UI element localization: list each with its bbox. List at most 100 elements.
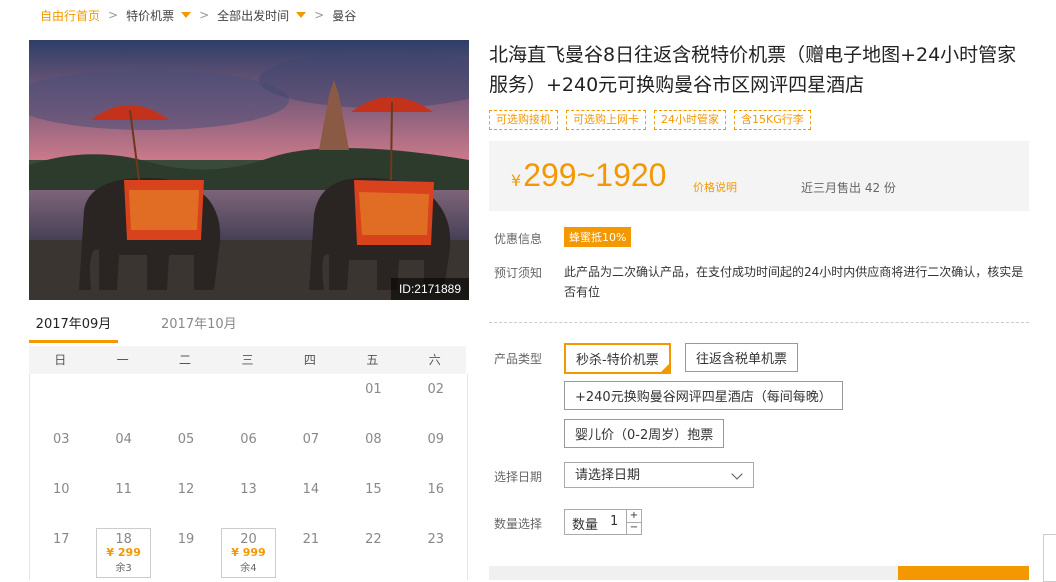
currency-symbol: ¥ [511, 171, 522, 190]
quantity-input[interactable]: 1 [610, 514, 618, 529]
calendar-day-number: 19 [177, 532, 195, 547]
sold-count: 近三月售出 42 份 [801, 181, 896, 195]
calendar-day-number: 15 [365, 482, 382, 497]
calendar-day-22: 22 [342, 524, 404, 574]
calendar-day-15: 15 [342, 474, 404, 524]
date-select[interactable]: 请选择日期 [564, 462, 754, 488]
feature-tags: 可选购接机 可选购上网卡 24小时管家 含15KG行李 [489, 110, 811, 130]
date-label: 选择日期 [494, 470, 543, 484]
month-tab-sep[interactable]: 2017年09月 [29, 313, 118, 343]
image-id-label: ID:2171889 [390, 278, 469, 300]
calendar-day-number: 11 [115, 482, 132, 497]
side-panel-edge[interactable] [1043, 534, 1056, 582]
calendar-weekday-header: 日 一 二 三 四 五 六 [29, 346, 466, 374]
calendar-day-02: 02 [405, 374, 467, 424]
product-title: 北海直飞曼谷8日往返含税特价机票（赠电子地图+24小时管家服务）+240元可换购… [489, 44, 1017, 96]
calendar-day-05: 05 [155, 424, 217, 474]
elephant-photo [29, 40, 469, 300]
product-type-option-roundtrip[interactable]: 往返含税单机票 [685, 343, 799, 372]
weekday: 四 [303, 353, 316, 367]
product-image: ID:2171889 [29, 40, 469, 300]
selected-check-icon [659, 363, 670, 373]
option-label: +240元换购曼谷网评四星酒店（每间每晚） [575, 390, 832, 405]
quantity-stepper: 数量 1 + − [564, 509, 642, 535]
price-value: 299~1920 [523, 157, 667, 193]
decrement-button[interactable]: − [626, 522, 641, 534]
calendar-day-number: 01 [365, 382, 382, 397]
weekday: 三 [241, 353, 254, 367]
calendar-day-03: 03 [30, 424, 92, 474]
calendar-day-21: 21 [280, 524, 342, 574]
breadcrumb-separator: > [108, 8, 119, 22]
weekday: 日 [54, 353, 67, 367]
breadcrumb-time-label: 全部出发时间 [217, 8, 290, 23]
breadcrumb: 自由行首页 > 特价机票 > 全部出发时间 > 曼谷 [40, 0, 356, 30]
price-explanation-link[interactable]: 价格说明 [693, 179, 737, 195]
calendar-day-number: 10 [52, 482, 70, 497]
product-type-option-hotel[interactable]: +240元换购曼谷网评四星酒店（每间每晚） [564, 381, 843, 410]
calendar-day-number: 07 [302, 432, 320, 447]
feature-tag: 24小时管家 [654, 110, 726, 130]
breadcrumb-flight-dropdown[interactable]: 特价机票 [126, 7, 192, 24]
calendar-day-12: 12 [155, 474, 217, 524]
option-label: 婴儿价（0-2周岁）抱票 [575, 428, 714, 443]
calendar-day-number: 02 [427, 382, 445, 397]
product-type-option-flash-sale[interactable]: 秒杀-特价机票 [564, 343, 671, 374]
calendar-day-remaining: 余3 [115, 563, 132, 574]
calendar-day-number: 13 [240, 482, 257, 497]
calendar-day-number: 09 [427, 432, 445, 447]
feature-tag: 可选购上网卡 [566, 110, 646, 130]
price-panel: ¥ 299~1920 价格说明 近三月售出 42 份 [489, 141, 1029, 211]
calendar-day-price: ¥ 299 [106, 546, 141, 559]
calendar-day-13: 13 [217, 474, 279, 524]
calendar-day-06: 06 [217, 424, 279, 474]
calendar-day-number: 14 [302, 482, 320, 497]
product-type-label: 产品类型 [494, 352, 543, 366]
weekday: 六 [428, 353, 441, 367]
calendar-day-number: 05 [177, 432, 195, 447]
quantity-prefix: 数量 [572, 518, 599, 533]
calendar-day-number: 08 [365, 432, 382, 447]
calendar-day-19: 19 [155, 524, 217, 574]
calendar-day-number: 23 [427, 532, 445, 547]
calendar-day-number: 04 [115, 432, 132, 447]
calendar-day-number: 12 [177, 482, 195, 497]
date-select-placeholder: 请选择日期 [575, 468, 641, 483]
book-button[interactable] [898, 566, 1029, 580]
notice-text: 此产品为二次确认产品，在支付成功时间起的24小时内供应商将进行二次确认，核实是否… [564, 265, 1024, 299]
calendar-day-number: 18 [115, 532, 132, 547]
feature-tag: 含15KG行李 [734, 110, 811, 130]
month-tab-oct[interactable]: 2017年10月 [161, 313, 237, 340]
notice-label: 预订须知 [494, 266, 543, 280]
calendar-day-01: 01 [342, 374, 404, 424]
calendar-grid: 01 02 03 04 05 06 07 08 09 10 11 12 13 14 15 16 17 18 ¥ 29… [29, 374, 468, 580]
calendar-day-number: 20 [240, 532, 257, 547]
discount-label: 优惠信息 [494, 232, 543, 246]
breadcrumb-time-dropdown[interactable]: 全部出发时间 [217, 7, 307, 24]
quantity-label: 数量选择 [494, 517, 543, 531]
calendar-day-10: 10 [30, 474, 92, 524]
breadcrumb-home-link[interactable]: 自由行首页 [40, 7, 100, 24]
calendar-day-11: 11 [92, 474, 154, 524]
product-type-option-infant[interactable]: 婴儿价（0-2周岁）抱票 [564, 419, 725, 448]
weekday: 五 [366, 353, 379, 367]
breadcrumb-destination: 曼谷 [332, 8, 357, 23]
price-range: ¥ 299~1920 [511, 157, 666, 194]
caret-down-icon [296, 12, 307, 18]
calendar-day-04: 04 [92, 424, 154, 474]
divider [489, 322, 1029, 323]
option-label: 秒杀-特价机票 [576, 353, 659, 368]
calendar-day-price: ¥ 999 [231, 546, 266, 559]
calendar-day-09: 09 [405, 424, 467, 474]
calendar-day-18[interactable]: 18 ¥ 299 余3 [92, 524, 154, 578]
weekday: 一 [116, 353, 129, 367]
calendar-day-20[interactable]: 20 ¥ 999 余4 [217, 524, 279, 578]
feature-tag: 可选购接机 [489, 110, 558, 130]
calendar-day-17: 17 [30, 524, 92, 574]
caret-down-icon [181, 12, 192, 18]
calendar-day-number: 17 [52, 532, 70, 547]
calendar-day-number: 21 [302, 532, 320, 547]
option-label: 往返含税单机票 [696, 352, 788, 367]
discount-badge: 蜂蜜抵10% [564, 227, 632, 247]
calendar-day-number: 06 [240, 432, 257, 447]
